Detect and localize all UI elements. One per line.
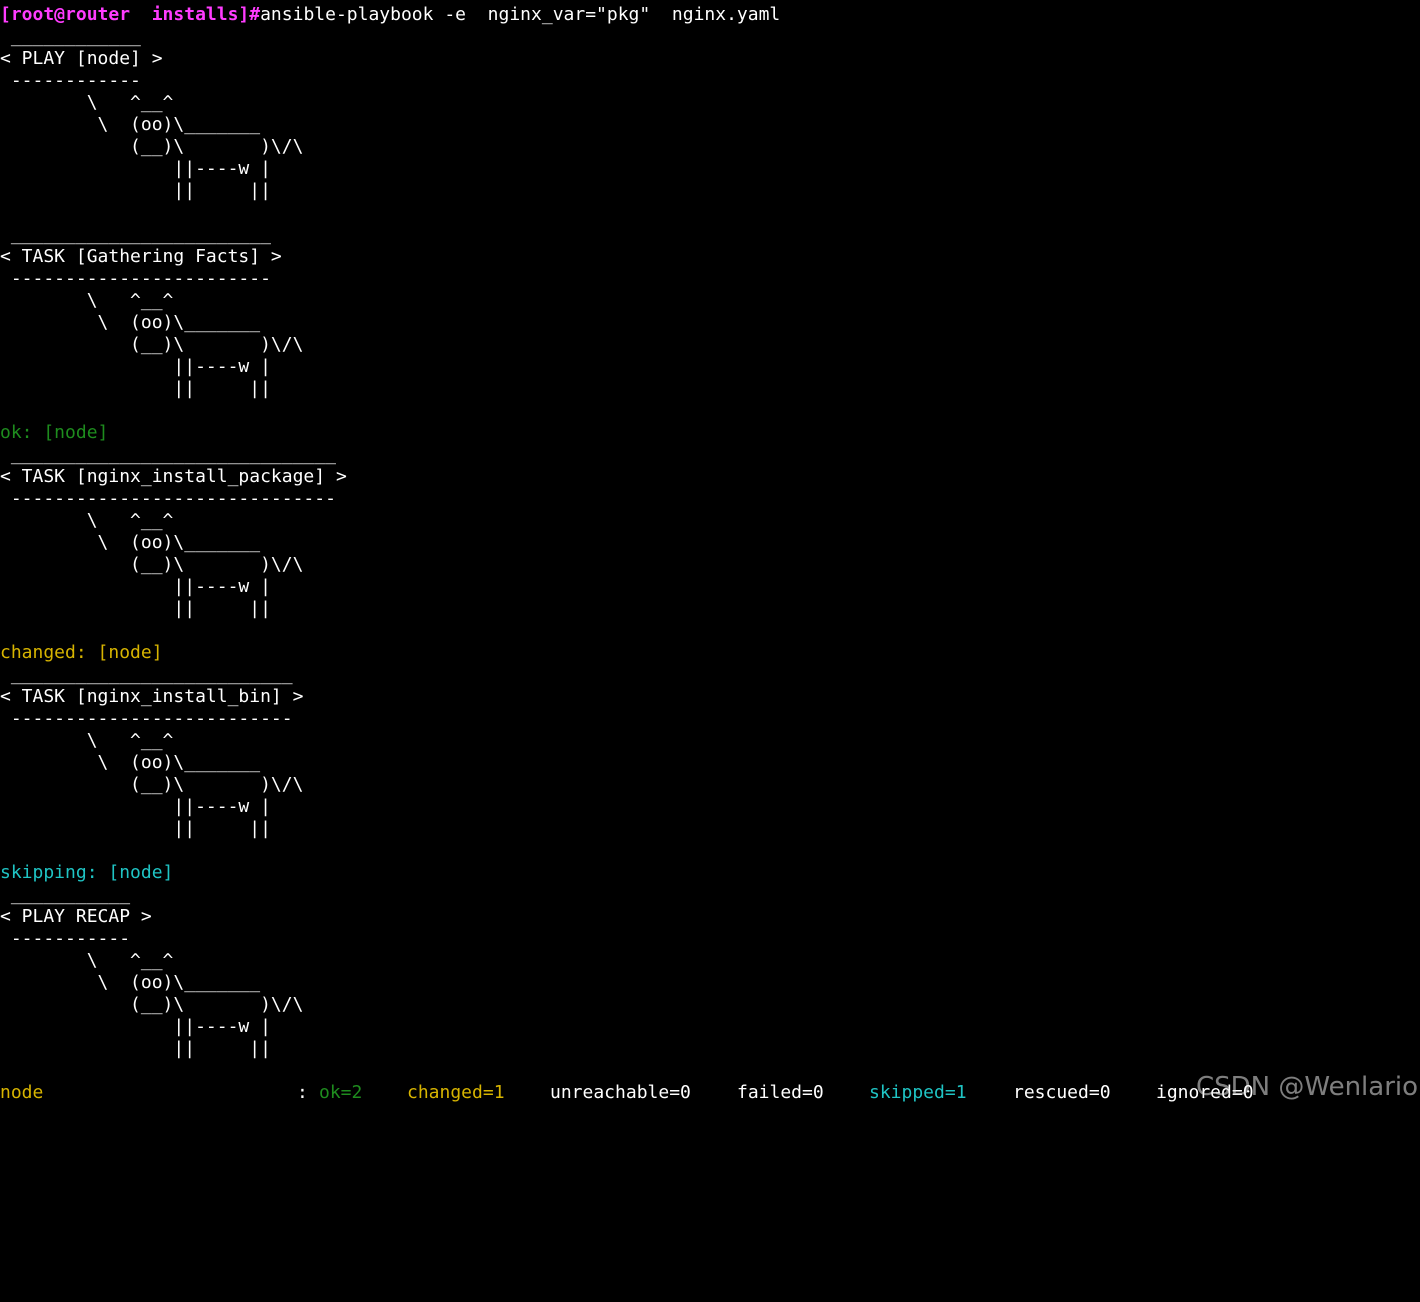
cow-line: || ||	[0, 180, 271, 201]
recap-host: node	[0, 1082, 44, 1103]
cow-line: (__)\ )\/\	[0, 774, 304, 795]
banner-bottom: ------------	[0, 70, 141, 91]
cow-line: \ (oo)\_______	[0, 532, 261, 553]
cow-line: \ ^__^	[0, 730, 174, 751]
cow-line: \ (oo)\_______	[0, 972, 261, 993]
banner-title-task: < TASK [Gathering Facts] >	[0, 246, 282, 267]
recap-ok: ok=2	[319, 1082, 363, 1103]
banner-top: __________________________	[0, 664, 293, 685]
cow-line: \ (oo)\_______	[0, 114, 261, 135]
recap-rescued: rescued=0	[1013, 1082, 1111, 1103]
task-result-ok: ok: [node]	[0, 422, 109, 443]
cow-line: \ ^__^	[0, 92, 174, 113]
task-result-skipping: skipping: [node]	[0, 862, 174, 883]
command-text: ansible-playbook -e nginx_var="pkg" ngin…	[260, 4, 781, 25]
banner-title-task: < TASK [nginx_install_bin] >	[0, 686, 304, 707]
cow-line: \ ^__^	[0, 290, 174, 311]
command-line: [root@router installs]#ansible-playbook …	[0, 4, 1420, 26]
csdn-watermark: CSDN @Wenlarion	[1196, 1072, 1420, 1102]
cow-line: (__)\ )\/\	[0, 554, 304, 575]
cow-line: (__)\ )\/\	[0, 994, 304, 1015]
play-recap-summary: node : ok=2 changed=1 unreachable=0 fail…	[0, 1082, 1254, 1104]
cow-line: ||----w |	[0, 796, 271, 817]
banner-title-recap: < PLAY RECAP >	[0, 906, 152, 927]
banner-bottom: --------------------------	[0, 708, 293, 729]
banner-top: ___________	[0, 884, 131, 905]
banner-top: ________________________	[0, 224, 271, 245]
banner-title-task: < TASK [nginx_install_package] >	[0, 466, 347, 487]
recap-skipped: skipped=1	[869, 1082, 967, 1103]
cow-line: \ (oo)\_______	[0, 312, 261, 333]
cow-line: \ ^__^	[0, 950, 174, 971]
banner-bottom: -----------	[0, 928, 131, 949]
cow-line: (__)\ )\/\	[0, 334, 304, 355]
terminal-output[interactable]: [root@router installs]#ansible-playbook …	[0, 4, 1420, 1060]
banner-bottom: ------------------------------	[0, 488, 336, 509]
cow-line: || ||	[0, 598, 271, 619]
recap-changed: changed=1	[407, 1082, 505, 1103]
cow-line: ||----w |	[0, 1016, 271, 1037]
task-result-changed: changed: [node]	[0, 642, 163, 663]
cow-line: \ (oo)\_______	[0, 752, 261, 773]
recap-colon: :	[297, 1082, 308, 1103]
cow-line: || ||	[0, 818, 271, 839]
cow-line: \ ^__^	[0, 510, 174, 531]
cow-line: || ||	[0, 1038, 271, 1059]
cow-line: ||----w |	[0, 158, 271, 179]
cow-line: ||----w |	[0, 576, 271, 597]
banner-title-play: < PLAY [node] >	[0, 48, 163, 69]
recap-unreachable: unreachable=0	[550, 1082, 691, 1103]
cow-line: || ||	[0, 378, 271, 399]
cow-line: ||----w |	[0, 356, 271, 377]
recap-failed: failed=0	[737, 1082, 824, 1103]
cow-line: (__)\ )\/\	[0, 136, 304, 157]
banner-top: ______________________________	[0, 444, 336, 465]
banner-top: ____________	[0, 26, 141, 47]
shell-prompt: [root@router installs]#	[0, 4, 261, 25]
banner-bottom: ------------------------	[0, 268, 271, 289]
